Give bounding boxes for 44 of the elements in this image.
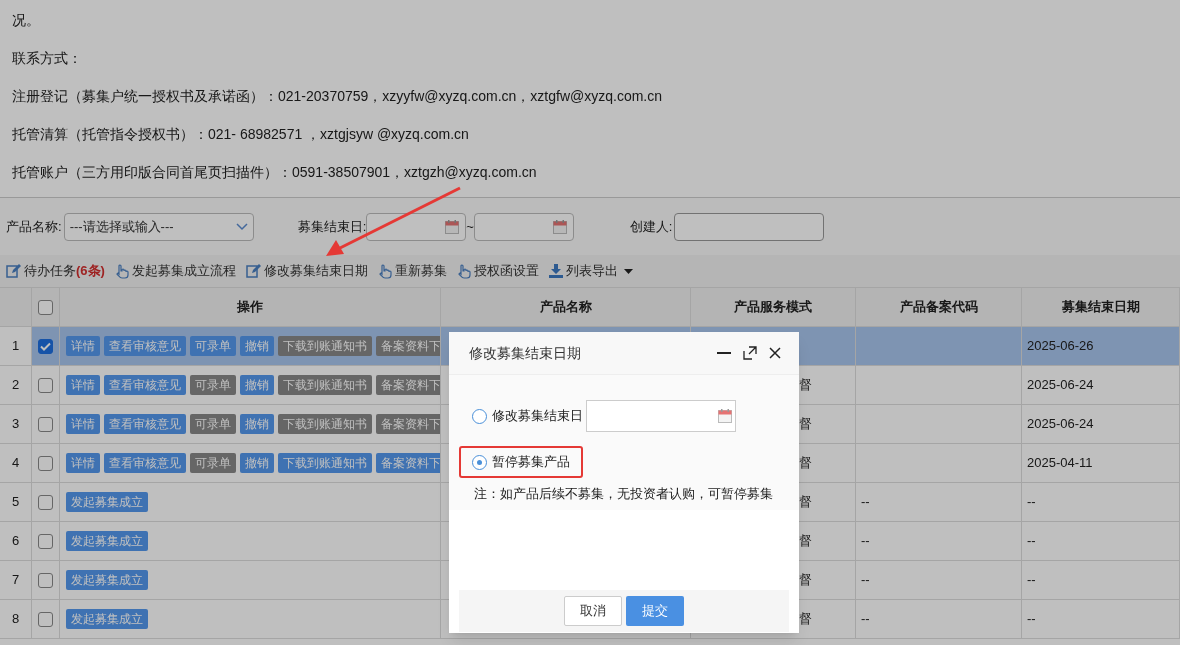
table-cell-text: 2025-06-26 <box>1027 337 1094 356</box>
select-placeholder: ---请选择或输入--- <box>69 217 174 236</box>
table-cell-text: 督 <box>799 532 812 551</box>
row-number: 3 <box>11 415 20 434</box>
text-line: 况。 <box>12 11 41 30</box>
table-cell-text: -- <box>861 532 870 551</box>
row-number: 8 <box>11 610 20 629</box>
row-number: 1 <box>11 337 20 356</box>
table-cell-text: -- <box>861 493 870 512</box>
column-header: 产品备案代码 <box>899 298 978 317</box>
row-number: 5 <box>11 493 20 512</box>
note-text: 注：如产品后续不募集，无投资者认购，可暂停募集 <box>473 485 774 503</box>
table-cell-text: 督 <box>799 493 812 512</box>
table-cell-text: 督 <box>799 571 812 590</box>
text-line: 托管清算（托管指令授权书）：021- 68982571 ，xztgjsyw @xyzq.com.cn <box>12 125 470 144</box>
table-cell-text: -- <box>1027 493 1036 512</box>
table-cell-text: 2025-06-24 <box>1027 376 1094 395</box>
field-label: 创建人: <box>629 217 673 236</box>
row-number: 7 <box>11 571 20 590</box>
text-line: 注册登记（募集户统一授权书及承诺函）：021-20370759，xzyyfw@xyzq.com.cn，xztgfw@xyzq.com.cn <box>12 87 663 106</box>
column-header: 募集结束日期 <box>1061 298 1140 317</box>
column-header: 产品服务模式 <box>734 298 812 317</box>
table-cell-text: 2025-06-24 <box>1027 415 1094 434</box>
table-cell-text: 督 <box>799 454 812 473</box>
table-cell-text: -- <box>861 610 870 629</box>
field-label: 产品名称: <box>6 217 62 236</box>
row-number: 6 <box>11 532 20 551</box>
text-line: 托管账户（三方用印版合同首尾页扫描件）：0591-38507901，xztgzh@xyzq.com.cn <box>12 163 538 182</box>
table-cell-text: 督 <box>799 376 812 395</box>
column-header: 操作 <box>237 298 263 317</box>
table-cell-text: -- <box>861 571 870 590</box>
dialog-title: 修改募集结束日期 <box>469 343 581 363</box>
row-number: 4 <box>11 454 20 473</box>
field-label: 募集结束日: <box>297 217 367 236</box>
table-cell-text: -- <box>1027 532 1036 551</box>
range-separator: ~ <box>466 217 474 236</box>
table-cell-text: -- <box>1027 571 1036 590</box>
row-number: 2 <box>11 376 20 395</box>
table-cell-text: 督 <box>799 610 812 629</box>
table-cell-text: 督 <box>799 415 812 434</box>
text-line: 联系方式： <box>12 49 83 68</box>
table-cell-text: 2025-04-11 <box>1027 454 1093 473</box>
column-header: 产品名称 <box>539 298 592 317</box>
table-cell-text: -- <box>1027 610 1036 629</box>
